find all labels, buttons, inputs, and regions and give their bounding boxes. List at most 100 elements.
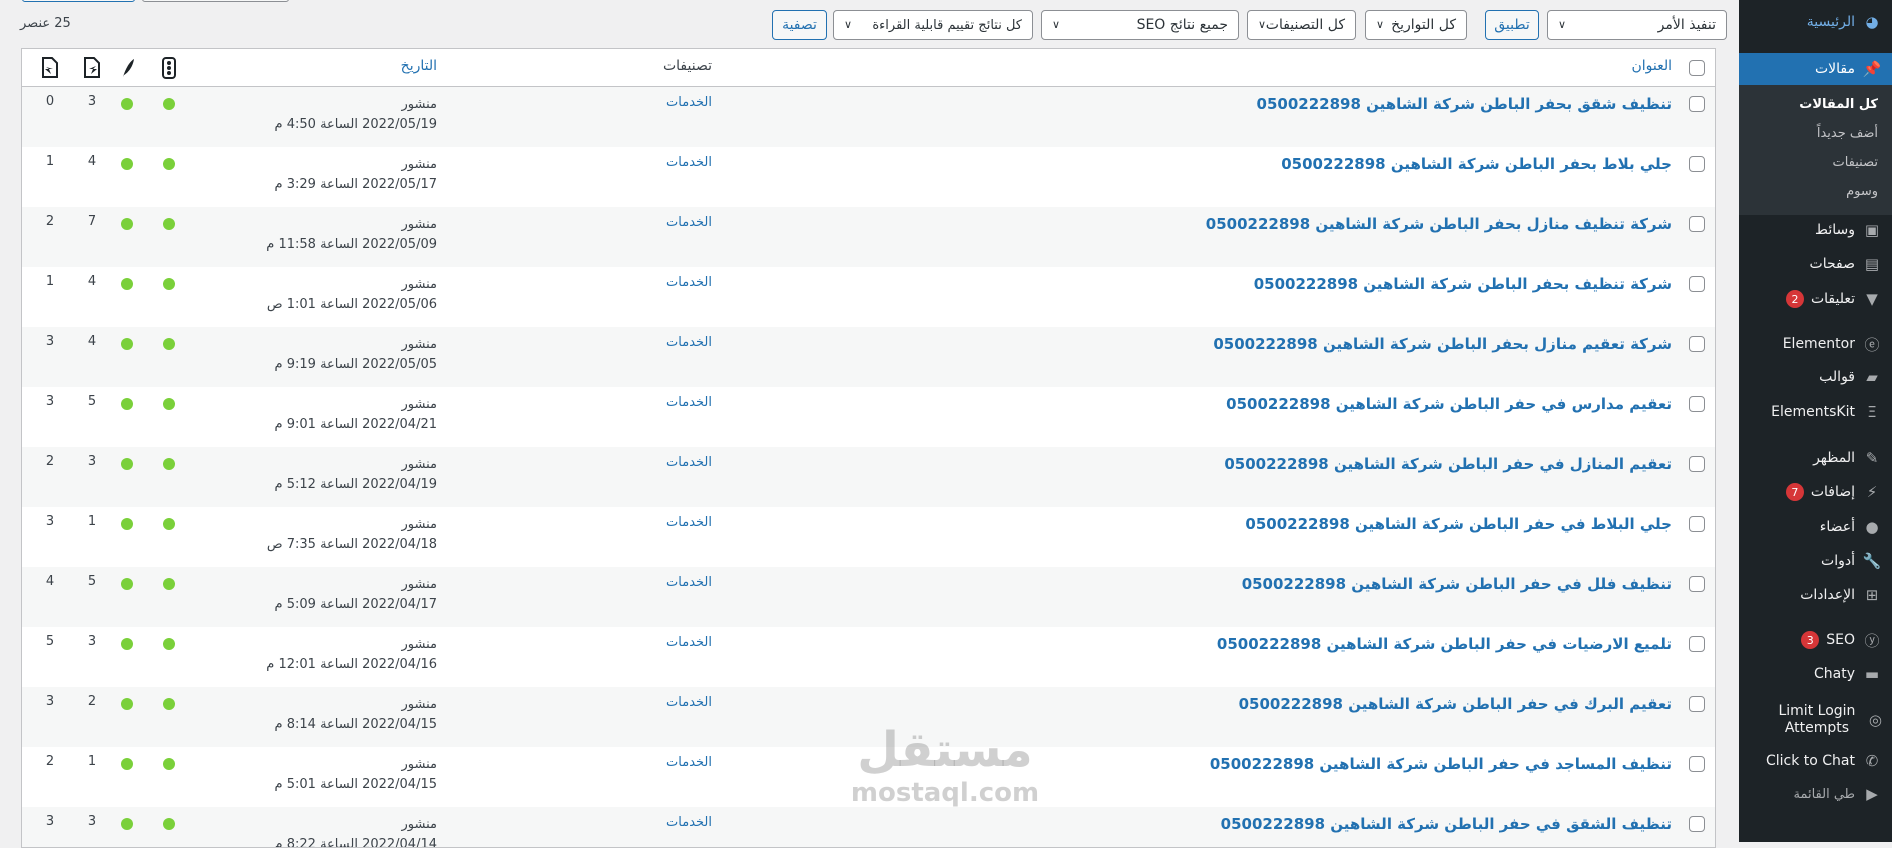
post-date: 2022/04/16 الساعة 12:01 م [266, 657, 437, 672]
row-checkbox[interactable] [1689, 576, 1705, 592]
sidebar-item-label: Click to Chat [1765, 753, 1855, 769]
sidebar-item-dashboard[interactable]: ◕ الرئيسية [1807, 12, 1882, 32]
dates-filter-select[interactable]: كل التواريخ ∨ [1365, 10, 1467, 40]
sidebar-item-click-to-chat[interactable]: ✆ Click to Chat [1766, 751, 1882, 771]
row-checkbox[interactable] [1689, 456, 1705, 472]
sidebar-item-plugins[interactable]: ⚡ إضافات 7 [1785, 482, 1882, 502]
readability-score-dot [121, 458, 133, 470]
table-row: شركة تعقيم منازل بحفر الباطن شركة الشاهي… [22, 327, 1715, 387]
post-title-link[interactable]: جلي البلاط في حفر الباطن شركة الشاهين 05… [1245, 515, 1672, 533]
sidebar-item-tools[interactable]: 🔧 أدوات [1821, 551, 1882, 571]
post-date: 2022/05/06 الساعة 1:01 ص [266, 297, 437, 312]
post-title-link[interactable]: شركة تنظيف منازل بحفر الباطن شركة الشاهي… [1206, 215, 1672, 233]
sidebar-item-label: الرئيسية [1806, 14, 1855, 30]
row-checkbox[interactable] [1689, 156, 1705, 172]
top-primary-button[interactable] [22, 0, 135, 2]
outgoing-links-count: 2 [87, 694, 97, 709]
incoming-links-count: 3 [45, 514, 55, 529]
row-checkbox[interactable] [1689, 636, 1705, 652]
outgoing-links-count: 5 [87, 574, 97, 589]
post-title-link[interactable]: تنظيف فلل في حفر الباطن شركة الشاهين 050… [1242, 575, 1672, 593]
row-checkbox[interactable] [1689, 336, 1705, 352]
post-date: 2022/05/09 الساعة 11:58 م [266, 237, 437, 252]
readability-filter-select[interactable]: كل نتائج تقييم قابلية القراءة ∨ [833, 10, 1033, 40]
post-title-link[interactable]: تعقيم مدارس في حفر الباطن شركة الشاهين 0… [1226, 395, 1672, 413]
row-checkbox[interactable] [1689, 696, 1705, 712]
sidebar-item-elementor[interactable]: ⓔ Elementor [1783, 334, 1882, 354]
sidebar-item-limit-login[interactable]: ◎ Limit Login Attempts [1772, 703, 1882, 737]
outgoing-links-icon [84, 57, 100, 78]
incoming-links-count: 4 [45, 574, 55, 589]
sidebar-item-comments[interactable]: ▼ تعليقات 2 [1785, 289, 1882, 309]
post-title-link[interactable]: جلي بلاط بحفر الباطن شركة الشاهين 050022… [1281, 155, 1672, 173]
row-checkbox[interactable] [1689, 756, 1705, 772]
category-link[interactable]: الخدمات [666, 755, 712, 770]
filter-button[interactable]: تصفية [772, 10, 827, 40]
sidebar-item-chaty[interactable]: ▬ Chaty [1814, 664, 1882, 684]
row-checkbox[interactable] [1689, 396, 1705, 412]
row-checkbox[interactable] [1689, 516, 1705, 532]
sidebar-item-templates[interactable]: ▰ قوالب [1819, 367, 1882, 387]
category-link[interactable]: الخدمات [666, 395, 712, 410]
submenu-tags[interactable]: وسوم [1846, 184, 1878, 199]
category-link[interactable]: الخدمات [666, 635, 712, 650]
sidebar-item-appearance[interactable]: ✎ المظهر [1813, 448, 1882, 468]
row-checkbox[interactable] [1689, 216, 1705, 232]
sidebar-item-seo[interactable]: ⓨ SEO 3 [1801, 630, 1882, 650]
category-link[interactable]: الخدمات [666, 215, 712, 230]
post-title-link[interactable]: شركة تعقيم منازل بحفر الباطن شركة الشاهي… [1213, 335, 1672, 353]
post-title-link[interactable]: تعقيم المنازل في حفر الباطن شركة الشاهين… [1224, 455, 1672, 473]
category-link[interactable]: الخدمات [666, 575, 712, 590]
select-all-checkbox[interactable] [1689, 60, 1705, 76]
post-title-link[interactable]: شركة تنظيف بحفر الباطن شركة الشاهين 0500… [1254, 275, 1672, 293]
post-title-link[interactable]: تنظيف شقق بحفر الباطن شركة الشاهين 05002… [1257, 95, 1672, 113]
category-link[interactable]: الخدمات [666, 815, 712, 830]
outgoing-links-count: 4 [87, 334, 97, 349]
post-title-link[interactable]: تلميع الارضيات في حفر الباطن شركة الشاهي… [1217, 635, 1672, 653]
post-title-link[interactable]: تنظيف الشقق في حفر الباطن شركة الشاهين 0… [1221, 815, 1672, 833]
row-checkbox[interactable] [1689, 816, 1705, 832]
row-checkbox[interactable] [1689, 96, 1705, 112]
seo-filter-select[interactable]: جميع نتائج SEO ∨ [1041, 10, 1239, 40]
submenu-categories[interactable]: تصنيفات [1832, 155, 1878, 170]
pin-icon: 📌 [1862, 60, 1882, 78]
post-title-link[interactable]: تعقيم البرك في حفر الباطن شركة الشاهين 0… [1239, 695, 1672, 713]
top-secondary-button[interactable] [142, 0, 289, 2]
submenu-add-new[interactable]: أضف جديداً [1817, 126, 1878, 141]
incoming-links-count: 3 [45, 694, 55, 709]
bulk-action-select[interactable]: تنفيذ الأمر ∨ [1547, 10, 1727, 40]
sidebar-item-users[interactable]: ● أعضاء [1820, 517, 1882, 537]
categories-filter-select[interactable]: كل التصنيفات ∨ [1247, 10, 1356, 40]
category-link[interactable]: الخدمات [666, 455, 712, 470]
column-title-header[interactable]: العنوان [1631, 58, 1672, 74]
sidebar-item-media[interactable]: ▣ وسائط [1815, 220, 1882, 240]
post-status: منشور [401, 637, 437, 652]
seo-score-dot [163, 158, 175, 170]
seo-score-dot [163, 338, 175, 350]
row-checkbox[interactable] [1689, 276, 1705, 292]
collapse-menu-button[interactable]: ▶ طي القائمة [1793, 784, 1882, 804]
column-date-header[interactable]: التاريخ [401, 58, 437, 74]
plugin-icon: ⚡ [1866, 483, 1878, 501]
table-row: تعقيم البرك في حفر الباطن شركة الشاهين 0… [22, 687, 1715, 747]
category-link[interactable]: الخدمات [666, 335, 712, 350]
post-title-link[interactable]: تنظيف المساجد في حفر الباطن شركة الشاهين… [1210, 755, 1672, 773]
incoming-links-count: 2 [45, 454, 55, 469]
chevron-down-icon: ∨ [1376, 18, 1385, 31]
submenu-all-posts[interactable]: كل المقالات [1799, 97, 1878, 112]
sidebar-item-posts[interactable]: 📌 مقالات [1731, 53, 1892, 85]
category-link[interactable]: الخدمات [666, 155, 712, 170]
incoming-links-count: 2 [45, 754, 55, 769]
sidebar-item-label: صفحات [1809, 256, 1855, 272]
apply-button[interactable]: تطبيق [1485, 10, 1539, 40]
category-link[interactable]: الخدمات [666, 515, 712, 530]
category-link[interactable]: الخدمات [666, 95, 712, 110]
category-link[interactable]: الخدمات [666, 695, 712, 710]
seo-score-dot [163, 698, 175, 710]
sidebar-item-elementskit[interactable]: Ξ ElementsKit [1771, 402, 1882, 422]
sidebar-item-pages[interactable]: ▤ صفحات [1810, 254, 1882, 274]
sidebar-item-label: Limit Login Attempts [1778, 703, 1856, 736]
sidebar-item-settings[interactable]: ⊞ الإعدادات [1800, 585, 1882, 605]
category-link[interactable]: الخدمات [666, 275, 712, 290]
readability-score-dot [121, 398, 133, 410]
